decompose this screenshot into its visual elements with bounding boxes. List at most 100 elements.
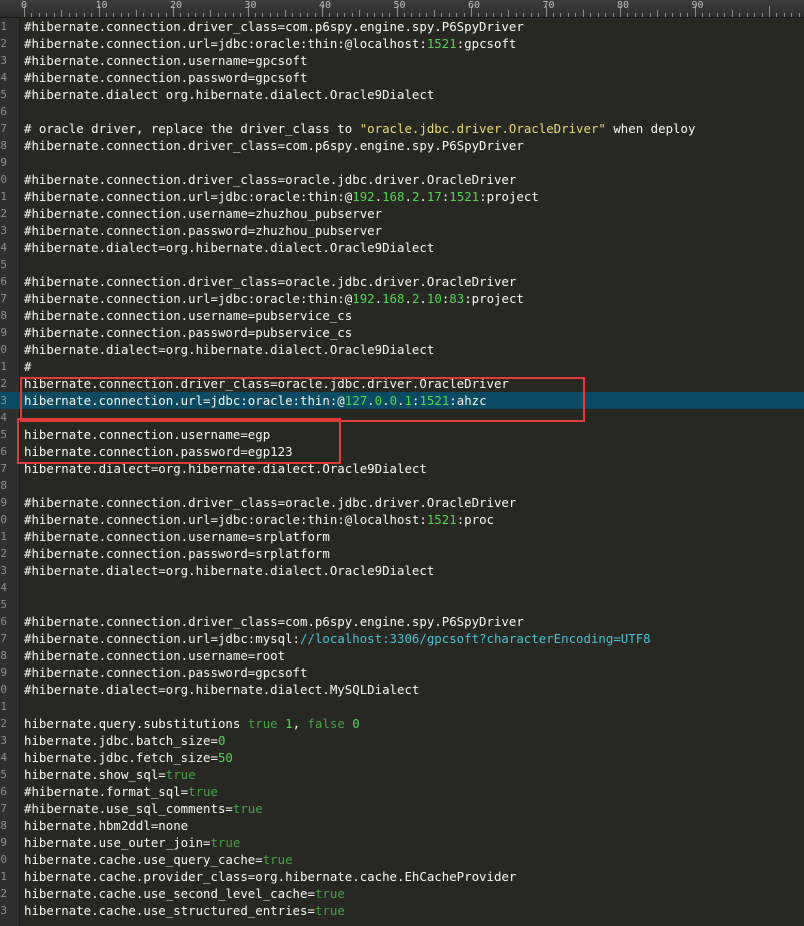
code-token: 17 [426, 189, 442, 204]
code-token: 1521 [449, 189, 480, 204]
code-token: # [24, 359, 32, 374]
code-text: hibernate.cache.use_second_level_cache=t… [24, 885, 345, 902]
code-line[interactable]: 34 [0, 579, 804, 596]
code-line[interactable]: 15 [0, 256, 804, 273]
code-line[interactable]: 19 #hibernate.connection.password=pubserv… [0, 324, 804, 341]
code-line[interactable]: 18 #hibernate.connection.username=pubserv… [0, 307, 804, 324]
code-line[interactable]: 29 #hibernate.connection.driver_class=ora… [0, 494, 804, 511]
code-line[interactable]: 40 #hibernate.dialect=org.hibernate.diale… [0, 681, 804, 698]
ruler-label: 10 [95, 0, 108, 11]
line-number: 51 [0, 870, 7, 883]
code-line[interactable]: 53 hibernate.cache.use_structured_entries… [0, 902, 804, 919]
code-line[interactable]: 36 #hibernate.connection.driver_class=com… [0, 613, 804, 630]
code-line[interactable]: 3 #hibernate.connection.username=gpcsoft [0, 52, 804, 69]
code-line[interactable]: 5 #hibernate.dialect org.hibernate.dialec… [0, 86, 804, 103]
ruler-tick [359, 10, 361, 17]
ruler-tick [441, 13, 443, 17]
code-line[interactable]: 41 [0, 698, 804, 715]
code-line[interactable]: 32 #hibernate.connection.password=srplatf… [0, 545, 804, 562]
line-number: 9 [0, 156, 7, 169]
code-line[interactable]: 20 #hibernate.dialect=org.hibernate.diale… [0, 341, 804, 358]
line-number: 39 [0, 666, 7, 679]
ruler-tick [783, 13, 785, 17]
code-line[interactable]: 4 #hibernate.connection.password=gpcsoft [0, 69, 804, 86]
code-text: hibernate.use_outer_join=true [24, 834, 240, 851]
code-line[interactable]: 28 [0, 477, 804, 494]
ruler-label: 70 [542, 0, 555, 11]
code-line[interactable]: 11 #hibernate.connection.url=jdbc:oracle:… [0, 188, 804, 205]
code-token: hibernate.hbm2ddl=none [24, 818, 189, 833]
code-line[interactable]: 17 #hibernate.connection.url=jdbc:oracle:… [0, 290, 804, 307]
code-line[interactable]: 12 #hibernate.connection.username=zhuzhou… [0, 205, 804, 222]
ruler-tick [538, 13, 540, 17]
code-token: #hibernate.connection.password=srplatfor… [24, 546, 330, 561]
ruler-tick [351, 13, 353, 17]
code-token: , [292, 716, 308, 731]
ruler-tick [329, 13, 331, 17]
code-line[interactable]: 8 #hibernate.connection.driver_class=com.… [0, 137, 804, 154]
ruler-tick [515, 13, 517, 17]
code-line[interactable]: 9 [0, 154, 804, 171]
code-line[interactable]: 48 hibernate.hbm2ddl=none [0, 817, 804, 834]
code-line[interactable]: 30 #hibernate.connection.url=jdbc:oracle:… [0, 511, 804, 528]
code-line[interactable]: 50 hibernate.cache.use_query_cache=true [0, 851, 804, 868]
code-line[interactable]: 43 hibernate.jdbc.batch_size=0 [0, 732, 804, 749]
code-line[interactable]: 39 #hibernate.connection.password=gpcsoft [0, 664, 804, 681]
code-line[interactable]: 44 hibernate.jdbc.fetch_size=50 [0, 749, 804, 766]
code-line[interactable]: 6 [0, 103, 804, 120]
code-token: true [232, 801, 263, 816]
code-line[interactable]: 1 #hibernate.connection.driver_class=com.… [0, 18, 804, 35]
line-number: 47 [0, 802, 7, 815]
code-line[interactable]: 46 #hibernate.format_sql=true [0, 783, 804, 800]
line-number: 18 [0, 309, 7, 322]
code-token: true [314, 886, 345, 901]
code-line[interactable]: 45 hibernate.show_sql=true [0, 766, 804, 783]
code-line[interactable]: 21 # [0, 358, 804, 375]
ruler-tick [277, 13, 279, 17]
ruler-tick [612, 13, 614, 17]
line-number: 53 [0, 904, 7, 917]
code-token: #hibernate.connection.username=zhuzhou_p… [24, 206, 383, 221]
line-number: 26 [0, 445, 7, 458]
code-text: #hibernate.format_sql=true [24, 783, 218, 800]
code-line[interactable]: 31 #hibernate.connection.username=srplatf… [0, 528, 804, 545]
code-token: #hibernate.connection.password=zhuzhou_p… [24, 223, 383, 238]
code-text: #hibernate.connection.password=pubservic… [24, 324, 352, 341]
code-line[interactable]: 14 #hibernate.dialect=org.hibernate.diale… [0, 239, 804, 256]
ruler-tick [418, 13, 420, 17]
ruler-tick [68, 13, 70, 17]
ruler-tick [634, 13, 636, 17]
code-line[interactable]: 52 hibernate.cache.use_second_level_cache… [0, 885, 804, 902]
code-line[interactable]: 51 hibernate.cache.provider_class=org.hib… [0, 868, 804, 885]
code-line[interactable]: 49 hibernate.use_outer_join=true [0, 834, 804, 851]
ruler-tick [135, 10, 137, 17]
code-text: #hibernate.connection.driver_class=oracl… [24, 273, 516, 290]
code-line[interactable]: 16 #hibernate.connection.driver_class=ora… [0, 273, 804, 290]
code-line[interactable]: 35 [0, 596, 804, 613]
ruler-tick [552, 13, 554, 17]
code-editor[interactable]: 1 #hibernate.connection.driver_class=com.… [0, 18, 804, 926]
code-text: #hibernate.connection.password=zhuzhou_p… [24, 222, 382, 239]
ruler-tick [560, 13, 562, 17]
ruler-tick [61, 10, 63, 17]
code-line[interactable]: 47 #hibernate.use_sql_comments=true [0, 800, 804, 817]
code-line[interactable]: 37 #hibernate.connection.url=jdbc:mysql:/… [0, 630, 804, 647]
ruler-tick [716, 13, 718, 17]
code-line[interactable]: 7 # oracle driver, replace the driver_cla… [0, 120, 804, 137]
line-number: 34 [0, 581, 7, 594]
code-line[interactable]: 13 #hibernate.connection.password=zhuzhou… [0, 222, 804, 239]
code-line[interactable]: 10 #hibernate.connection.driver_class=ora… [0, 171, 804, 188]
code-line[interactable]: 38 #hibernate.connection.username=root [0, 647, 804, 664]
code-token: #hibernate.connection.driver_class=com.p… [24, 138, 524, 153]
code-line[interactable]: 42 hibernate.query.substitutions true 1, … [0, 715, 804, 732]
code-line[interactable]: 2 #hibernate.connection.url=jdbc:oracle:t… [0, 35, 804, 52]
code-text: hibernate.hbm2ddl=none [24, 817, 188, 834]
code-line[interactable]: 33 #hibernate.dialect=org.hibernate.diale… [0, 562, 804, 579]
code-token: "oracle.jdbc.driver.OracleDriver" [359, 121, 606, 136]
code-text: #hibernate.connection.username=root [24, 647, 285, 664]
code-text: # oracle driver, replace the driver_clas… [24, 120, 695, 137]
highlight-box-credentials [17, 418, 341, 464]
line-number: 6 [0, 105, 7, 118]
code-token: #hibernate.connection.url=jdbc:oracle:th… [24, 512, 427, 527]
ruler-tick [478, 13, 480, 17]
